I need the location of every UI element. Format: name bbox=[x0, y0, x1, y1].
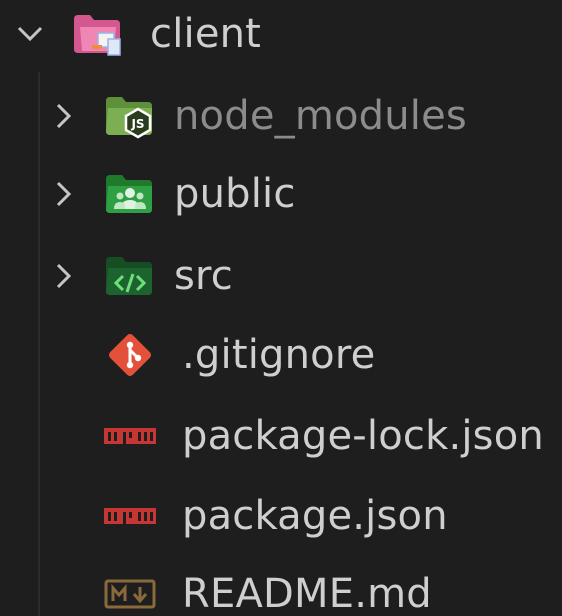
file-explorer-tree: client JS node_modules public src .gitig… bbox=[0, 0, 562, 616]
folder-src-icon bbox=[104, 250, 156, 302]
chevron-right-icon[interactable] bbox=[44, 256, 84, 296]
chevron-right-icon[interactable] bbox=[44, 96, 84, 136]
tree-item-label: client bbox=[150, 11, 262, 57]
folder-client-icon bbox=[72, 8, 124, 60]
tree-item-label: src bbox=[174, 253, 233, 299]
folder-public-icon bbox=[104, 168, 156, 220]
tree-item-client[interactable]: client bbox=[0, 0, 562, 72]
tree-item-src[interactable]: src bbox=[0, 238, 562, 314]
tree-item-node-modules[interactable]: JS node_modules bbox=[0, 78, 562, 154]
tree-item-package-lock-json[interactable]: package-lock.json bbox=[0, 398, 562, 474]
chevron-right-icon[interactable] bbox=[44, 174, 84, 214]
tree-item-label: package-lock.json bbox=[182, 413, 544, 459]
folder-node-icon: JS bbox=[104, 90, 156, 142]
tree-item-gitignore[interactable]: .gitignore bbox=[0, 317, 562, 393]
markdown-icon bbox=[104, 568, 156, 616]
tree-item-label: README.md bbox=[182, 571, 432, 616]
tree-item-label: public bbox=[174, 171, 296, 217]
tree-item-public[interactable]: public bbox=[0, 156, 562, 232]
npm-icon bbox=[104, 490, 156, 542]
tree-item-package-json[interactable]: package.json bbox=[0, 478, 562, 554]
tree-item-label: node_modules bbox=[174, 93, 467, 139]
tree-item-label: .gitignore bbox=[182, 332, 376, 378]
svg-text:JS: JS bbox=[130, 117, 144, 131]
tree-item-label: package.json bbox=[182, 493, 448, 539]
chevron-down-icon[interactable] bbox=[10, 14, 50, 54]
git-icon bbox=[104, 329, 156, 381]
npm-icon bbox=[104, 410, 156, 462]
tree-item-readme-md[interactable]: README.md bbox=[0, 556, 562, 616]
